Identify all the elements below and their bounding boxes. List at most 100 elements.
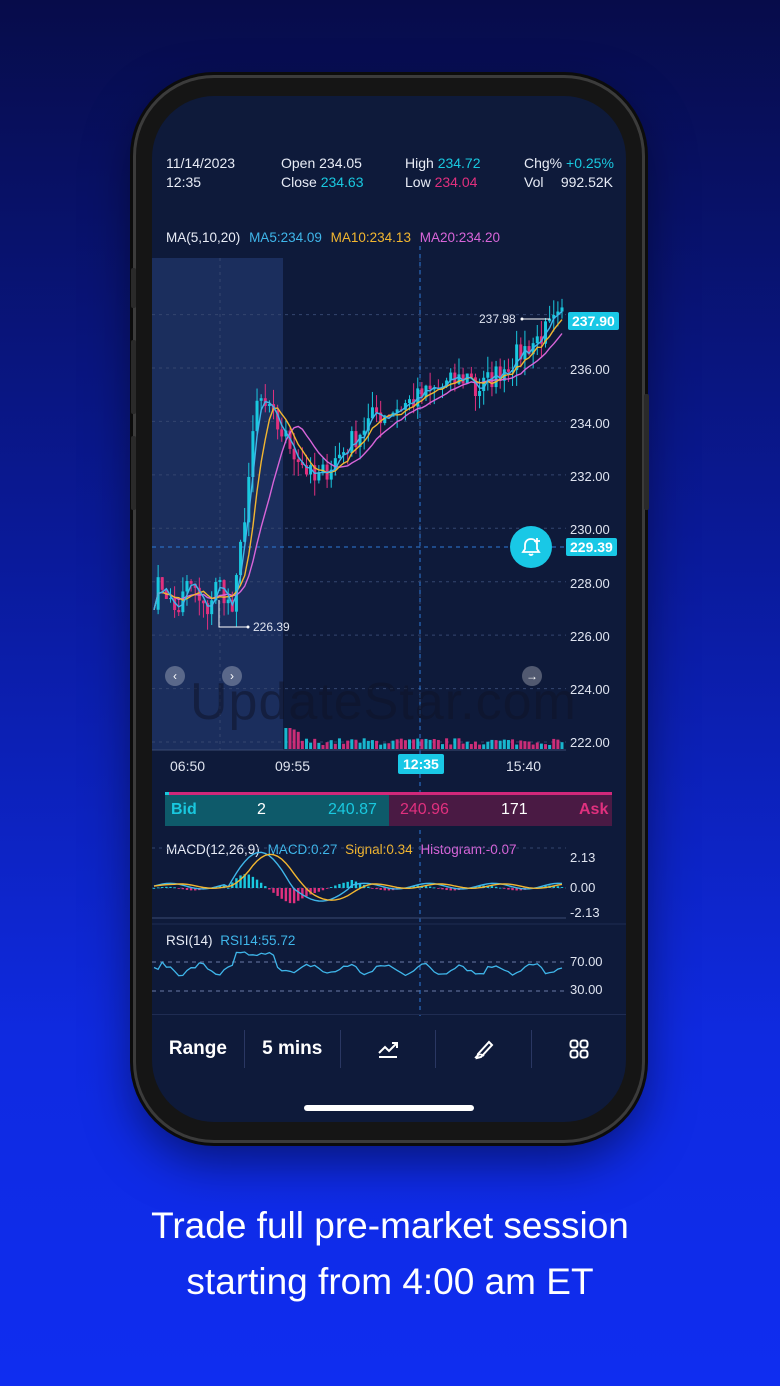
volume-bar bbox=[502, 739, 506, 749]
candle-body bbox=[259, 398, 263, 401]
volume-bar bbox=[519, 740, 523, 749]
volume-bar bbox=[445, 738, 449, 749]
volume-bar bbox=[478, 744, 482, 749]
y-tick-230: 230.00 bbox=[570, 522, 610, 537]
volume-bar bbox=[366, 740, 370, 749]
macd-hist-bar bbox=[259, 882, 263, 888]
volume-bar bbox=[387, 743, 391, 749]
signal-line bbox=[153, 853, 563, 901]
candle-body bbox=[375, 407, 379, 413]
app-screen: 11/14/2023 12:35 Open 234.05 Close 234.6… bbox=[152, 96, 626, 1122]
y-tick-234: 234.00 bbox=[570, 416, 610, 431]
volume-bar bbox=[461, 743, 465, 749]
volume-bar bbox=[403, 740, 407, 749]
volume-bar bbox=[486, 741, 490, 749]
phone-power-button bbox=[644, 394, 649, 510]
macd-hist-bar bbox=[181, 888, 185, 890]
draw-button[interactable] bbox=[436, 1015, 531, 1082]
range-button[interactable]: Range bbox=[152, 1015, 244, 1082]
macd-hist-bar bbox=[156, 887, 160, 889]
chart-line-icon bbox=[378, 1041, 398, 1058]
caption-line-2: starting from 4:00 am ET bbox=[186, 1261, 594, 1302]
volume-bar bbox=[337, 738, 341, 749]
volume-bar bbox=[548, 744, 552, 749]
volume-bar bbox=[346, 740, 350, 749]
candle-body bbox=[337, 454, 341, 459]
bid-price: 240.87 bbox=[328, 801, 377, 818]
macd-hist-bar bbox=[346, 881, 349, 888]
volume-bar bbox=[304, 738, 308, 749]
volume-bar bbox=[535, 742, 539, 749]
macd-hist-bar bbox=[503, 888, 506, 889]
candle-body bbox=[296, 459, 300, 463]
candle-body bbox=[486, 372, 490, 378]
scroll-left-button[interactable]: ‹ bbox=[165, 666, 185, 686]
macd-hist-bar bbox=[511, 888, 514, 891]
macd-hist-bar bbox=[264, 886, 267, 888]
grid-icon bbox=[569, 1039, 589, 1058]
candle-body bbox=[535, 336, 539, 344]
macd-hist-bar bbox=[317, 888, 321, 892]
macd-hist-bar bbox=[445, 888, 448, 891]
volume-bar bbox=[457, 738, 461, 749]
caption-line-1: Trade full pre-market session bbox=[151, 1205, 629, 1246]
home-indicator[interactable] bbox=[304, 1105, 474, 1111]
volume-bar bbox=[416, 738, 420, 749]
macd-hist-bar bbox=[433, 887, 436, 889]
volume-bar bbox=[354, 739, 358, 749]
macd-hist-bar bbox=[321, 888, 325, 891]
volume-bar bbox=[469, 744, 473, 749]
ask-accent bbox=[169, 792, 612, 795]
price-alert-button[interactable] bbox=[510, 526, 552, 568]
bottom-toolbar: Range 5 mins bbox=[152, 1014, 626, 1082]
macd-hist-bar bbox=[313, 888, 316, 893]
volume-bar bbox=[383, 743, 387, 749]
interval-button[interactable]: 5 mins bbox=[245, 1015, 340, 1082]
bid-ask-bar[interactable]: Bid 2 240.87 240.96 171 Ask bbox=[165, 792, 612, 826]
layout-button[interactable] bbox=[532, 1015, 626, 1082]
volume-bar bbox=[511, 739, 515, 749]
candle-body bbox=[408, 399, 412, 404]
volume-bar bbox=[531, 744, 535, 749]
macd-hist-bar bbox=[255, 879, 259, 888]
macd-tick-bottom: -2.13 bbox=[570, 905, 600, 920]
rsi-chart[interactable] bbox=[152, 936, 626, 1016]
volume-bar bbox=[453, 738, 457, 749]
volume-bar bbox=[428, 739, 432, 749]
volume-bar bbox=[494, 740, 498, 749]
macd-tick-top: 2.13 bbox=[570, 850, 596, 865]
macd-hist-bar bbox=[173, 887, 176, 889]
rsi-tick-70: 70.00 bbox=[570, 954, 603, 969]
macd-hist-bar bbox=[247, 874, 250, 888]
y-tick-228: 228.00 bbox=[570, 576, 610, 591]
high-marker-dot bbox=[520, 317, 524, 321]
crosshair-price-tag: 229.39 bbox=[566, 538, 617, 556]
candle-body bbox=[482, 377, 486, 391]
macd-line bbox=[153, 851, 563, 902]
volume-bar bbox=[317, 742, 321, 749]
chevron-left-icon: ‹ bbox=[173, 669, 177, 683]
volume-bar bbox=[342, 743, 346, 749]
volume-bar bbox=[391, 740, 395, 749]
volume-bar bbox=[473, 741, 477, 749]
indicator-button[interactable] bbox=[341, 1015, 436, 1082]
volume-bar bbox=[408, 739, 412, 749]
watermark: UpdateStar.com bbox=[190, 673, 577, 731]
volume-bar bbox=[329, 740, 333, 749]
volume-bar bbox=[523, 741, 527, 749]
volume-bar bbox=[527, 741, 531, 749]
crosshair-time-tag: 12:35 bbox=[398, 754, 444, 774]
candle-body bbox=[560, 307, 564, 312]
candle-body bbox=[210, 600, 214, 615]
macd-hist-bar bbox=[280, 888, 283, 899]
volume-bar bbox=[313, 738, 317, 749]
macd-hist-bar bbox=[161, 887, 164, 888]
last-price-tag: 237.90 bbox=[568, 312, 619, 330]
y-tick-226: 226.00 bbox=[570, 629, 610, 644]
volume-bar bbox=[379, 744, 383, 749]
volume-bar bbox=[436, 739, 440, 749]
x-tick-1540: 15:40 bbox=[506, 758, 542, 774]
macd-hist-bar bbox=[437, 888, 440, 889]
macd-hist-bar bbox=[239, 875, 242, 888]
macd-hist-bar bbox=[338, 884, 341, 888]
